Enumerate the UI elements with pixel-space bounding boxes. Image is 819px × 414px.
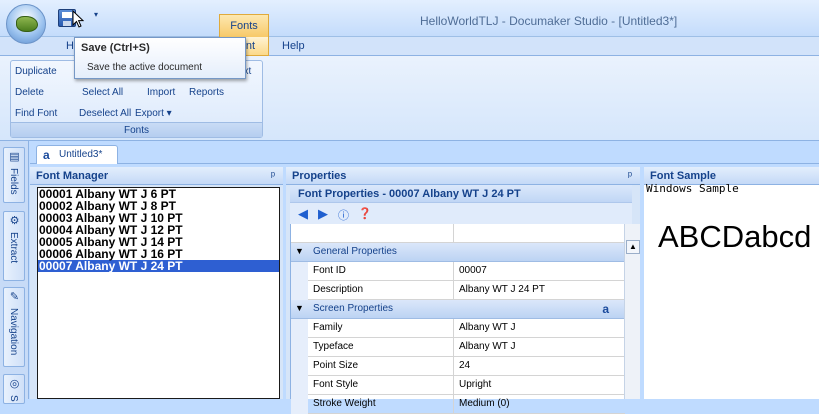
property-value[interactable]: Upright — [459, 379, 491, 390]
title-bar — [0, 0, 819, 37]
dock-tab-navigation[interactable]: ✎ Navigation — [3, 287, 25, 367]
property-value[interactable]: Medium (0) — [459, 398, 510, 409]
font-icon[interactable]: a — [602, 302, 609, 316]
collapse-triangle-icon[interactable]: ▼ — [295, 303, 304, 313]
save-tooltip: Save (Ctrl+S) Save the active document — [74, 37, 246, 79]
delete-button[interactable]: Delete — [15, 87, 44, 98]
ribbon-group-caption: Fonts — [11, 122, 262, 137]
property-name: Font Style — [313, 379, 359, 390]
dock-s-icon: ◎ — [9, 378, 20, 390]
properties-header: Properties ᵖ — [286, 167, 640, 185]
property-row-description[interactable]: Description Albany WT J 24 PT — [291, 281, 625, 300]
document-tab-bar: a Untitled3* — [30, 141, 819, 164]
property-row-stroke-weight[interactable]: Stroke Weight Medium (0) — [291, 395, 625, 414]
navigation-icon: ✎ — [9, 291, 20, 303]
scroll-up-icon[interactable]: ▲ — [626, 240, 640, 254]
property-name: Font ID — [313, 265, 346, 276]
duplicate-button[interactable]: Duplicate — [15, 66, 57, 77]
property-row-point-size[interactable]: Point Size 24 — [291, 357, 625, 376]
window-title: HelloWorldTLJ - Documaker Studio - [Unti… — [420, 14, 678, 28]
font-manager-panel: Font Manager ᵖ 00001 Albany WT J 6 PT 00… — [30, 167, 283, 399]
collapse-triangle-icon[interactable]: ▼ — [295, 246, 304, 256]
dock-tab-extract[interactable]: ⚙ Extract — [3, 211, 25, 281]
export-dropdown-button[interactable]: Export ▾ — [135, 108, 172, 119]
property-value[interactable]: Albany WT J 24 PT — [459, 284, 545, 295]
tab-help[interactable]: Help — [282, 37, 305, 56]
customize-qat-dropdown-icon[interactable]: ▾ — [94, 10, 98, 19]
property-grid: ▼ General Properties Font ID 00007 Descri… — [290, 224, 625, 414]
font-sample-panel: Font Sample Windows Sample ABCDabcd — [644, 167, 819, 399]
property-name: Stroke Weight — [313, 398, 376, 409]
property-row-font-id[interactable]: Font ID 00007 — [291, 262, 625, 281]
property-value[interactable]: Albany WT J — [459, 341, 516, 352]
property-row-font-style[interactable]: Font Style Upright — [291, 376, 625, 395]
properties-subtitle: Font Properties - 00007 Albany WT J 24 P… — [290, 185, 632, 203]
font-list[interactable]: 00001 Albany WT J 6 PT 00002 Albany WT J… — [37, 187, 280, 399]
document-tab-untitled3[interactable]: a Untitled3* — [36, 145, 118, 164]
list-item-selected[interactable]: 00007 Albany WT J 24 PT — [38, 260, 279, 272]
property-name: Description — [313, 284, 364, 295]
font-sample-large-text: ABCDabcd — [658, 219, 812, 254]
left-dock-bar: ▤ Fields ⚙ Extract ✎ Navigation ◎ S — [0, 141, 29, 404]
reports-button[interactable]: Reports — [189, 87, 224, 98]
back-arrow-icon[interactable]: ◀ — [298, 206, 308, 222]
select-all-button[interactable]: Select All — [82, 87, 123, 98]
font-sample-small-text: Windows Sample — [646, 182, 739, 195]
font-manager-title: Font Manager — [36, 170, 109, 182]
font-manager-header: Font Manager ᵖ — [30, 167, 283, 185]
help-icon[interactable]: ❓ — [358, 207, 372, 220]
find-font-button[interactable]: Find Font — [15, 108, 57, 119]
property-name: Point Size — [313, 360, 359, 371]
property-row-family[interactable]: Family Albany WT J — [291, 319, 625, 338]
properties-toolbar: ◀ ▶ ⓘ ❓ — [290, 203, 632, 224]
deselect-all-button[interactable]: Deselect All — [79, 108, 131, 119]
mouse-cursor-icon — [72, 10, 84, 28]
property-value[interactable]: 24 — [459, 360, 470, 371]
properties-scrollbar[interactable]: ▲ — [624, 224, 640, 399]
import-button[interactable]: Import — [147, 87, 175, 98]
tab-home[interactable]: H — [66, 37, 74, 56]
properties-panel: Properties ᵖ Font Properties - 00007 Alb… — [286, 167, 640, 414]
property-value[interactable]: 00007 — [459, 265, 487, 276]
document-tab-label: Untitled3* — [59, 149, 103, 160]
pin-icon[interactable]: ᵖ — [628, 167, 632, 185]
category-label: General Properties — [313, 246, 397, 257]
font-document-icon: a — [43, 148, 50, 162]
font-sample-title: Font Sample — [650, 170, 717, 182]
category-general-properties[interactable]: ▼ General Properties — [291, 243, 625, 262]
tooltip-title: Save (Ctrl+S) — [81, 42, 150, 54]
extract-icon: ⚙ — [9, 215, 20, 227]
app-logo-icon — [16, 16, 38, 32]
application-menu-button[interactable] — [6, 4, 46, 44]
dock-tab-fields-label: Fields — [8, 168, 19, 195]
forward-arrow-icon[interactable]: ▶ — [318, 206, 328, 222]
info-icon[interactable]: ⓘ — [338, 207, 349, 223]
dock-tab-extract-label: Extract — [8, 232, 19, 264]
tooltip-description: Save the active document — [87, 62, 203, 73]
dock-tab-navigation-label: Navigation — [8, 308, 19, 356]
pin-icon[interactable]: ᵖ — [271, 167, 275, 185]
dock-tab-s[interactable]: ◎ S — [3, 374, 25, 404]
property-value[interactable]: Albany WT J — [459, 322, 516, 333]
property-name: Typeface — [313, 341, 354, 352]
category-label: Screen Properties — [313, 303, 394, 314]
fields-icon: ▤ — [9, 151, 20, 163]
property-row-typeface[interactable]: Typeface Albany WT J — [291, 338, 625, 357]
properties-title: Properties — [292, 170, 347, 182]
dock-tab-fields[interactable]: ▤ Fields — [3, 147, 25, 203]
property-name: Family — [313, 322, 343, 333]
contextual-tab-group-fonts: Fonts — [219, 14, 269, 37]
dock-tab-s-label: S — [8, 395, 19, 402]
category-screen-properties[interactable]: ▼ Screen Properties a — [291, 300, 625, 319]
